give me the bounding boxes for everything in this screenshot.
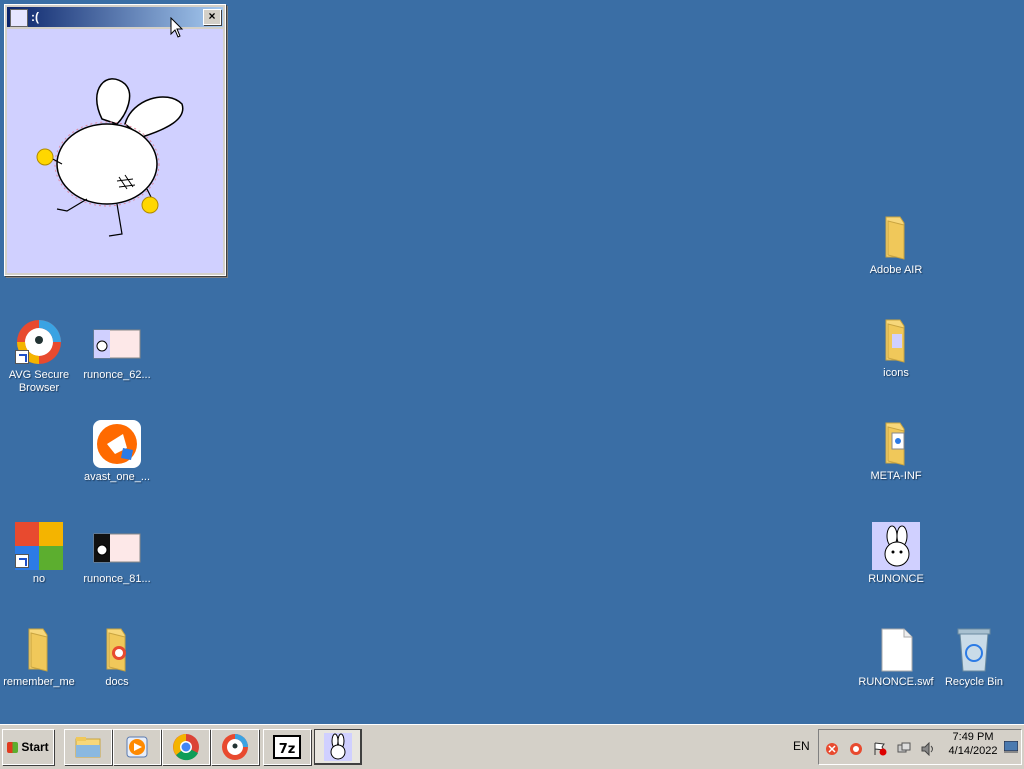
media-player-icon	[126, 736, 148, 758]
desktop-icon-label: RUNONCE.swf	[858, 676, 934, 688]
desktop-icon-docs[interactable]: docs	[78, 625, 156, 689]
start-button[interactable]: Start	[2, 729, 54, 765]
taskbar-button-media-player[interactable]	[113, 729, 161, 765]
folder-icon	[872, 316, 920, 364]
desktop-icon-icons[interactable]: icons	[857, 316, 935, 380]
clock-date: 4/14/2022	[948, 745, 998, 757]
desktop-icon-label: runonce_81...	[83, 573, 151, 585]
desktop-icon-label: runonce_62...	[83, 369, 151, 381]
desktop-icon-label: RUNONCE	[868, 573, 924, 585]
folder-icon	[75, 737, 101, 758]
bunny-app-icon	[324, 733, 352, 761]
taskbar-button-runonce[interactable]	[314, 729, 362, 765]
desktop-icon-remember-me[interactable]: remember_me	[0, 625, 78, 689]
folder-icon	[872, 213, 920, 261]
folder-icon	[93, 625, 141, 673]
desktop-icon-adobe-air[interactable]: Adobe AIR	[857, 213, 935, 277]
blank-file-icon	[872, 625, 920, 673]
chrome-icon	[173, 734, 199, 761]
shortcut-arrow-icon	[15, 350, 29, 364]
folder-icon	[15, 625, 63, 673]
desktop-icon-label: Recycle Bin	[944, 676, 1004, 688]
avg-icon	[15, 522, 63, 570]
shortcut-arrow-icon	[15, 554, 29, 568]
desktop-icon-label: no	[32, 573, 46, 585]
taskbar-button-chrome[interactable]	[162, 729, 210, 765]
desktop-icon-runonce-62[interactable]: runonce_62...	[78, 318, 156, 382]
window-close-button[interactable]: ×	[203, 9, 221, 25]
language-indicator[interactable]: EN	[793, 739, 810, 753]
window-content	[7, 29, 223, 273]
avg-browser-icon	[15, 318, 63, 366]
bunny-illustration	[36, 78, 184, 237]
image-file-icon	[93, 318, 141, 366]
network-icon[interactable]	[897, 742, 911, 756]
desktop-icon-label: docs	[105, 676, 129, 688]
desktop-icon-no[interactable]: no	[0, 522, 78, 586]
window-titlebar[interactable]: :( ×	[7, 7, 223, 27]
taskbar-button-7zip[interactable]: 7z	[263, 729, 311, 765]
desktop-icon-label: AVG Secure Browser	[8, 369, 70, 394]
runonce-window[interactable]: :( ×	[4, 4, 226, 276]
desktop-icon-avast-one[interactable]: avast_one_...	[78, 420, 156, 484]
desktop-icon-label: Adobe AIR	[869, 264, 923, 276]
mouse-cursor-icon	[170, 17, 184, 38]
windows-logo-icon	[7, 742, 19, 754]
bunny-app-icon	[872, 522, 920, 570]
desktop-icon-label: META-INF	[870, 470, 922, 482]
clock[interactable]: 7:49 PM 4/14/2022	[938, 730, 1008, 758]
desktop-icon-label: icons	[883, 367, 909, 379]
flag-alert-icon[interactable]	[873, 742, 887, 756]
desktop-icon-avg-secure-browser[interactable]: AVG Secure Browser	[0, 318, 78, 395]
start-label: Start	[21, 740, 49, 754]
window-app-icon	[10, 9, 28, 27]
svg-text:7z: 7z	[279, 742, 296, 757]
clock-time: 7:49 PM	[952, 731, 994, 743]
volume-icon[interactable]	[921, 742, 935, 756]
taskbar-button-avg-browser[interactable]	[211, 729, 259, 765]
taskbar-button-file-explorer[interactable]	[64, 729, 112, 765]
desktop-icon-runonce-81[interactable]: runonce_81...	[78, 522, 156, 586]
7zip-icon: 7z	[273, 735, 301, 759]
image-file-icon	[93, 522, 141, 570]
desktop-icon-recycle-bin[interactable]: Recycle Bin	[935, 625, 1013, 689]
taskbar: Start 7z EN 7:49 PM 4/14/2022	[0, 724, 1024, 769]
desktop-icon-runonce[interactable]: RUNONCE	[857, 522, 935, 586]
avg-browser-icon	[222, 734, 248, 760]
desktop-icon-label: remember_me	[3, 676, 75, 688]
window-title: :(	[31, 10, 39, 24]
desktop-icon-label: avast_one_...	[83, 471, 151, 483]
folder-icon	[872, 419, 920, 467]
avg-browser-tray-icon[interactable]	[849, 742, 863, 756]
avast-icon	[93, 420, 141, 468]
show-desktop-icon[interactable]	[1004, 741, 1018, 753]
avast-tray-icon[interactable]	[825, 742, 839, 756]
desktop-icon-meta-inf[interactable]: META-INF	[857, 419, 935, 483]
recycle-bin-icon	[950, 625, 998, 673]
desktop-icon-runonce-swf[interactable]: RUNONCE.swf	[857, 625, 935, 689]
